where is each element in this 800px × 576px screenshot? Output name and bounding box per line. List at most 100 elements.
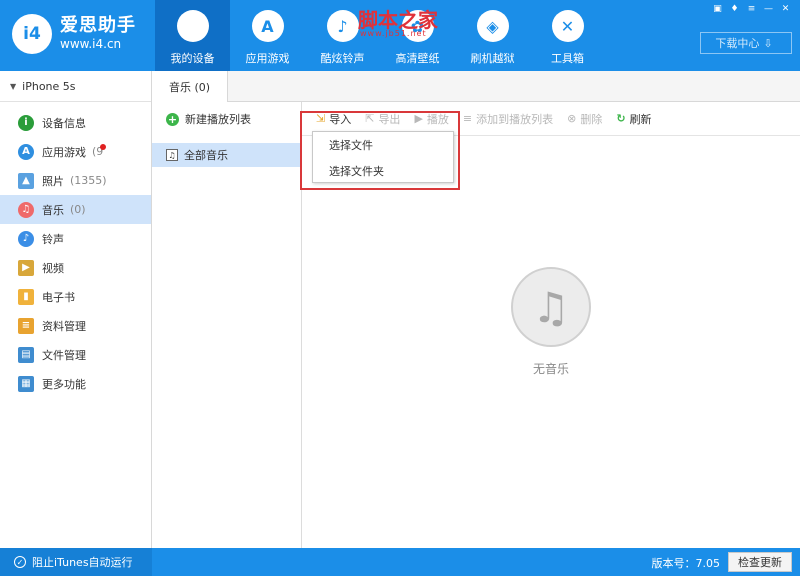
- menu-icon[interactable]: ≡: [743, 3, 760, 16]
- nav-label: 工具箱: [551, 52, 584, 65]
- delete-button[interactable]: ⊗ 删除: [567, 111, 602, 127]
- play-icon: ▶: [414, 112, 423, 125]
- sidebar-item-more[interactable]: ▦ 更多功能: [0, 369, 151, 398]
- refresh-button[interactable]: ↻ 刷新: [616, 111, 651, 127]
- download-center-label: 下载中心: [715, 37, 760, 50]
- sidebar-item-label: 文件管理: [42, 348, 86, 362]
- delete-icon: ⊗: [567, 112, 577, 125]
- more-icon: ▦: [18, 375, 34, 392]
- sidebar-item-label: 音乐: [42, 203, 64, 217]
- toolbar-label: 删除: [580, 112, 603, 126]
- device-selector[interactable]: ▼ iPhone 5s: [0, 71, 151, 102]
- box-icon: ◈: [476, 10, 509, 42]
- sidebar-item-count: (0): [70, 203, 86, 216]
- tab-music-label: 音乐 (0): [168, 80, 211, 94]
- toolbar-label: 导入: [329, 112, 352, 126]
- video-icon: ▶: [18, 259, 34, 276]
- sidebar-item-label: 照片: [42, 174, 64, 188]
- sidebar-item-label: 更多功能: [42, 377, 86, 391]
- logo-mark: i4: [12, 14, 52, 54]
- sidebar-item-bell[interactable]: ♪ 铃声: [0, 224, 151, 253]
- empty-state-text: 无音乐: [532, 362, 569, 376]
- notification-dot: [100, 144, 106, 150]
- import-icon: ⇲: [316, 112, 326, 125]
- menu-item-select-file[interactable]: 选择文件: [313, 132, 453, 158]
- download-center-button[interactable]: 下载中心 ⇩: [700, 32, 792, 54]
- export-button[interactable]: ⇱ 导出: [365, 111, 400, 127]
- close-icon[interactable]: ✕: [777, 3, 794, 16]
- download-icon: ⇩: [763, 36, 773, 50]
- toolbar-label: 添加到播放列表: [476, 112, 554, 126]
- sidebar-item-photo[interactable]: ▲ 照片 (1355): [0, 166, 151, 195]
- sidebar-item-video[interactable]: ▶ 视频: [0, 253, 151, 282]
- bell-icon: ♪: [18, 230, 34, 247]
- app-logo: i4 爱思助手 www.i4.cn: [12, 14, 136, 54]
- contacts-icon: ≡: [18, 317, 34, 334]
- nav-tab-tools[interactable]: ✕ 工具箱: [530, 0, 605, 71]
- photo-icon: ▲: [18, 172, 34, 189]
- import-button[interactable]: ⇲ 导入: [316, 111, 351, 127]
- nav-tab-apple[interactable]: 我的设备: [155, 0, 230, 71]
- tab-music[interactable]: 音乐 (0): [152, 71, 228, 102]
- block-itunes-toggle[interactable]: ✓ 阻止iTunes自动运行: [0, 548, 152, 576]
- sidebar-list: i 设备信息 A 应用游戏 (9 ▲ 照片 (1355) ♫ 音乐 (0) ♪ 铃声 ▶ 视频 ▮ 电子书 ≡ 资料…: [0, 102, 151, 398]
- nav-tab-box[interactable]: ◈ 刷机越狱: [455, 0, 530, 71]
- window-controls: ▣ ♦ ≡ — ✕: [709, 3, 794, 16]
- playlist-pane: + 新建播放列表 ♫ 全部音乐: [152, 102, 302, 548]
- check-update-label: 检查更新: [738, 556, 782, 569]
- new-playlist-button[interactable]: + 新建播放列表: [152, 102, 301, 136]
- bell-icon: ♪: [326, 10, 359, 42]
- app-url: www.i4.cn: [60, 37, 122, 51]
- play-button[interactable]: ▶ 播放: [414, 111, 448, 127]
- version-label: 版本号：7.05: [651, 557, 721, 570]
- tab-bar: 音乐 (0): [152, 71, 800, 102]
- nav-label: 刷机越狱: [470, 52, 515, 65]
- new-playlist-label: 新建播放列表: [185, 113, 251, 126]
- sidebar-item-label: 电子书: [42, 290, 75, 304]
- menu-item-select-folder[interactable]: 选择文件夹: [313, 158, 453, 184]
- check-icon: ✓: [14, 556, 26, 568]
- nav-label: 高清壁纸: [395, 52, 440, 65]
- nav-label: 酷炫铃声: [320, 52, 365, 65]
- sidebar: ▼ iPhone 5s i 设备信息 A 应用游戏 (9 ▲ 照片 (1355) ♫ 音乐 (0) ♪…: [0, 71, 152, 548]
- music-note-icon: ♫: [511, 267, 591, 347]
- sidebar-item-book[interactable]: ▮ 电子书: [0, 282, 151, 311]
- add-to-playlist-button[interactable]: ≡ 添加到播放列表: [463, 111, 553, 127]
- sidebar-item-app-store[interactable]: A 应用游戏 (9: [0, 137, 151, 166]
- sidebar-item-label: 铃声: [42, 232, 64, 246]
- import-dropdown-menu: 选择文件 选择文件夹: [312, 131, 454, 183]
- shirt-icon[interactable]: ♦: [726, 3, 743, 16]
- nav-label: 我的设备: [170, 52, 215, 65]
- app-store-icon: A: [251, 10, 284, 42]
- watermark-url: www.jb51.net: [360, 29, 427, 38]
- sidebar-item-label: 应用游戏: [42, 145, 86, 159]
- check-update-button[interactable]: 检查更新: [728, 552, 792, 572]
- file-icon: ▤: [18, 346, 34, 363]
- music-note-icon: ♫: [166, 149, 178, 161]
- sidebar-item-contacts[interactable]: ≡ 资料管理: [0, 311, 151, 340]
- export-icon: ⇱: [365, 112, 375, 125]
- info-icon: i: [18, 114, 34, 131]
- toolbar-label: 播放: [426, 112, 449, 126]
- sidebar-item-label: 视频: [42, 261, 64, 275]
- status-bar: ✓ 阻止iTunes自动运行 版本号：7.05 检查更新: [0, 548, 800, 576]
- all-music-label: 全部音乐: [184, 149, 228, 162]
- apple-icon: [176, 10, 209, 42]
- sidebar-item-info[interactable]: i 设备信息: [0, 108, 151, 137]
- book-icon: ▮: [18, 288, 34, 305]
- sidebar-item-file[interactable]: ▤ 文件管理: [0, 340, 151, 369]
- plus-icon: +: [166, 112, 179, 126]
- minimize-icon[interactable]: —: [760, 3, 777, 16]
- skin-icon[interactable]: ▣: [709, 3, 726, 16]
- block-itunes-label: 阻止iTunes自动运行: [32, 556, 133, 569]
- tools-icon: ✕: [551, 10, 584, 42]
- toolbar-label: 导出: [378, 112, 401, 126]
- device-name: iPhone 5s: [22, 79, 76, 93]
- app-store-icon: A: [18, 143, 34, 160]
- caret-down-icon: ▼: [10, 81, 17, 91]
- playlist-all-music[interactable]: ♫ 全部音乐: [152, 143, 302, 167]
- sidebar-item-music[interactable]: ♫ 音乐 (0): [0, 195, 151, 224]
- app-name: 爱思助手: [60, 15, 136, 36]
- nav-tab-app-store[interactable]: A 应用游戏: [230, 0, 305, 71]
- sidebar-item-count: (1355): [70, 174, 107, 187]
